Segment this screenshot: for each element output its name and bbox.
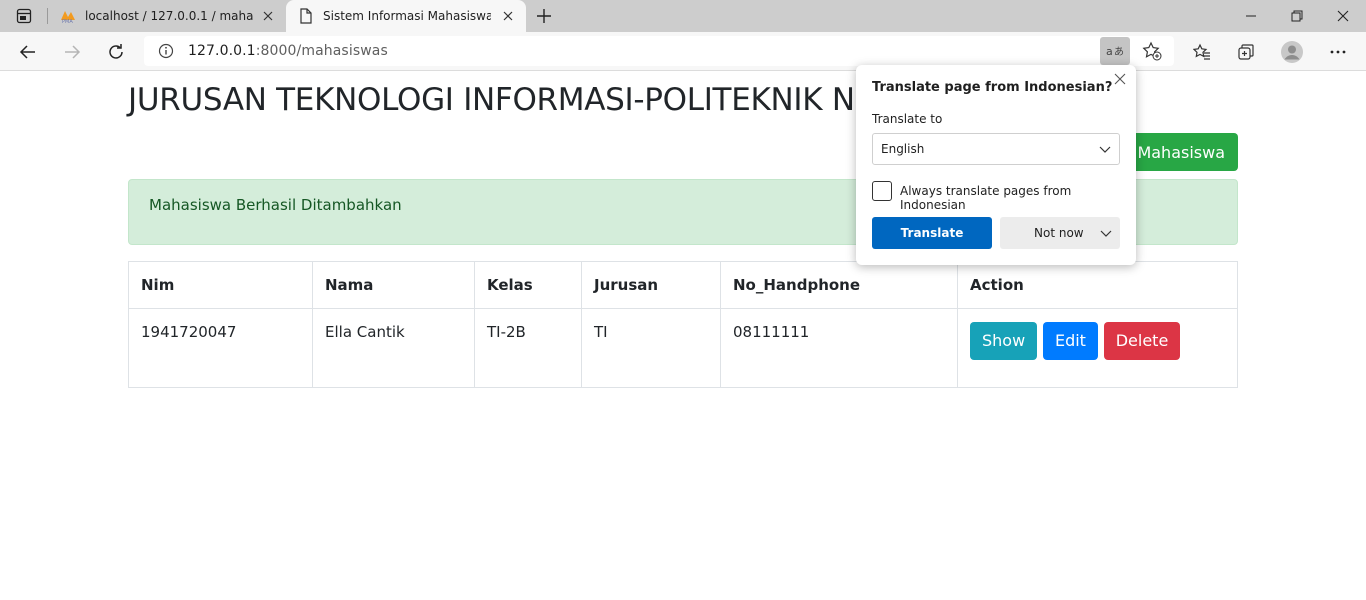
close-icon xyxy=(1337,10,1349,22)
translate-popup: Translate page from Indonesian? Translat… xyxy=(856,65,1136,265)
table-header-row: Nim Nama Kelas Jurusan No_Handphone Acti… xyxy=(128,261,1238,309)
favorites-button[interactable] xyxy=(1186,36,1218,68)
cell-action: Show Edit Delete xyxy=(957,308,1238,388)
tab-bar: PMA localhost / 127.0.0.1 / mahasiswa Si… xyxy=(0,0,1366,32)
column-header-nim: Nim xyxy=(128,261,313,309)
profile-button[interactable] xyxy=(1276,36,1308,68)
selected-language: English xyxy=(881,142,925,156)
not-now-label: Not now xyxy=(1034,226,1084,240)
tab-actions-icon xyxy=(16,8,32,24)
collections-icon xyxy=(1238,44,1254,60)
minimize-icon xyxy=(1246,15,1256,17)
arrow-left-icon xyxy=(19,45,35,59)
column-header-kelas: Kelas xyxy=(474,261,582,309)
tab-title: localhost / 127.0.0.1 / mahasiswa xyxy=(85,9,253,23)
tab-title: Sistem Informasi Mahasiswa xyxy=(323,9,491,23)
delete-button[interactable]: Delete xyxy=(1103,322,1181,360)
svg-text:あ: あ xyxy=(1114,46,1124,58)
svg-text:a: a xyxy=(1106,45,1113,58)
mahasiswa-table: Nim Nama Kelas Jurusan No_Handphone Acti… xyxy=(128,261,1238,388)
plus-icon xyxy=(537,9,551,23)
cell-jurusan: TI xyxy=(581,308,721,388)
column-header-jurusan: Jurusan xyxy=(581,261,721,309)
forward-button[interactable] xyxy=(56,36,88,68)
always-translate-checkbox[interactable] xyxy=(872,181,892,201)
edit-button[interactable]: Edit xyxy=(1042,322,1098,360)
favorites-icon xyxy=(1193,43,1210,60)
chevron-down-icon xyxy=(1099,146,1111,153)
column-header-nama: Nama xyxy=(312,261,475,309)
translate-button[interactable]: Translate xyxy=(872,217,992,249)
url-text[interactable]: 127.0.0.1:8000/mahasiswas xyxy=(188,43,388,59)
not-now-button[interactable]: Not now xyxy=(1000,217,1120,249)
tab-actions-button[interactable] xyxy=(8,4,40,28)
column-header-no-handphone: No_Handphone xyxy=(720,261,958,309)
close-window-button[interactable] xyxy=(1320,0,1366,32)
info-icon[interactable] xyxy=(158,43,174,59)
refresh-button[interactable] xyxy=(100,36,132,68)
close-icon xyxy=(1114,73,1126,85)
back-button[interactable] xyxy=(12,36,44,68)
minimize-button[interactable] xyxy=(1228,0,1274,32)
show-button[interactable]: Show xyxy=(970,322,1038,360)
svg-text:PMA: PMA xyxy=(62,19,73,24)
cell-kelas: TI-2B xyxy=(474,308,582,388)
add-favorite-button[interactable] xyxy=(1140,39,1164,63)
chevron-down-icon[interactable] xyxy=(1098,225,1114,241)
browser-toolbar: 127.0.0.1:8000/mahasiswas aあ xyxy=(0,32,1366,71)
page-icon xyxy=(298,8,314,24)
avatar-icon xyxy=(1281,41,1303,63)
collections-button[interactable] xyxy=(1230,36,1262,68)
tab-close-icon[interactable] xyxy=(260,8,276,24)
always-translate-label: Always translate pages from Indonesian xyxy=(900,184,1072,212)
popup-close-button[interactable] xyxy=(1112,71,1128,87)
arrow-right-icon xyxy=(65,45,81,59)
translate-to-label: Translate to xyxy=(872,112,943,126)
restore-button[interactable] xyxy=(1274,0,1320,32)
tab-sistem-informasi[interactable]: Sistem Informasi Mahasiswa xyxy=(286,0,526,32)
tab-close-icon[interactable] xyxy=(500,8,516,24)
cell-no-handphone: 08111111 xyxy=(720,308,958,388)
star-add-icon xyxy=(1142,41,1162,61)
column-header-action: Action xyxy=(957,261,1238,309)
translate-icon[interactable]: aあ xyxy=(1100,37,1130,65)
language-select[interactable]: English xyxy=(872,133,1120,165)
tab-phpmyadmin[interactable]: PMA localhost / 127.0.0.1 / mahasiswa xyxy=(48,0,286,32)
restore-icon xyxy=(1291,10,1303,22)
refresh-icon xyxy=(109,44,123,59)
address-bar[interactable]: 127.0.0.1:8000/mahasiswas aあ xyxy=(144,36,1174,66)
popup-title: Translate page from Indonesian? xyxy=(872,80,1113,95)
cell-nama: Ella Cantik xyxy=(312,308,475,388)
table-row: 1941720047 Ella Cantik TI-2B TI 08111111… xyxy=(128,308,1238,388)
phpmyadmin-icon: PMA xyxy=(60,8,76,24)
cell-nim: 1941720047 xyxy=(128,308,313,388)
new-tab-button[interactable] xyxy=(532,4,556,28)
more-icon xyxy=(1330,50,1346,54)
settings-menu-button[interactable] xyxy=(1322,36,1354,68)
